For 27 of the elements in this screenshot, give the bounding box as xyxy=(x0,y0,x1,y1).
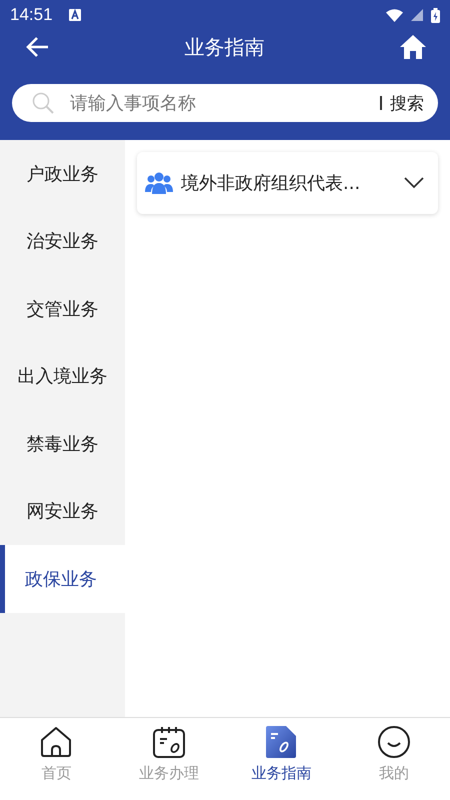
search-icon xyxy=(32,92,54,114)
notification-icon xyxy=(68,9,81,21)
wifi-icon xyxy=(386,8,403,22)
home-icon[interactable] xyxy=(400,35,426,59)
search-field[interactable]: 请输入事项名称 搜索 xyxy=(12,84,438,122)
category-tab[interactable]: 禁毒业务 xyxy=(0,410,125,478)
category-tab[interactable]: 户政业务 xyxy=(0,140,125,208)
nav-tab[interactable]: 业务指南 xyxy=(225,718,338,800)
status-time: 14:51 xyxy=(10,5,53,25)
home-icon xyxy=(40,726,72,758)
document-icon xyxy=(266,726,296,758)
back-icon[interactable] xyxy=(25,36,49,58)
search-button[interactable]: 搜索 xyxy=(390,92,424,114)
battery-icon xyxy=(431,8,440,22)
smiley-icon xyxy=(378,726,410,758)
calendar-icon xyxy=(152,726,185,758)
category-tab[interactable]: 网安业务 xyxy=(0,478,125,545)
category-tab[interactable]: 政保业务 xyxy=(0,545,125,612)
service-title: 境外非政府组织代表... xyxy=(181,172,362,195)
chevron-icon xyxy=(404,177,424,189)
service-card[interactable]: 境外非政府组织代表... xyxy=(137,152,438,214)
category-tab[interactable]: 治安业务 xyxy=(0,208,125,275)
category-tab[interactable]: 出入境业务 xyxy=(0,342,125,410)
group-icon xyxy=(145,172,173,194)
category-tab[interactable]: 交管业务 xyxy=(0,275,125,342)
signal-icon xyxy=(411,9,423,21)
page-title: 业务指南 xyxy=(184,34,264,60)
